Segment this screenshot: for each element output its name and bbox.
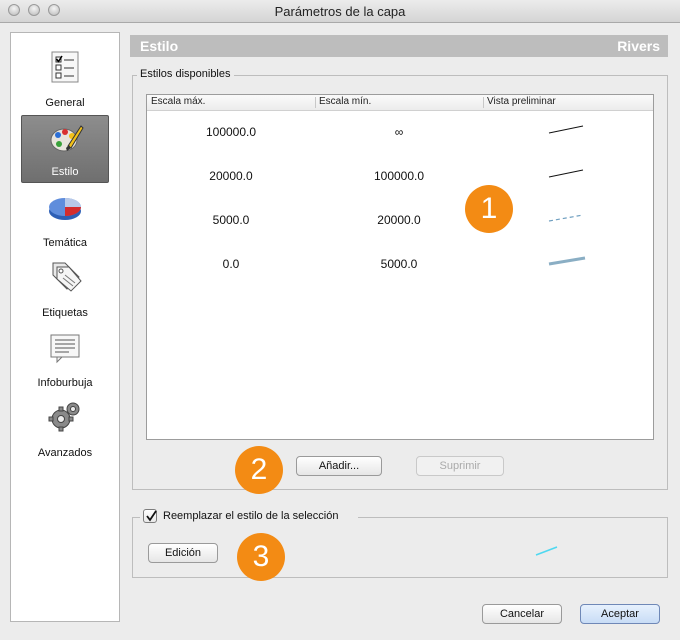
line-preview-icon [548, 125, 584, 134]
replace-selection-checkbox[interactable] [143, 509, 157, 523]
sidebar-item-label: General [45, 97, 85, 109]
checkmark-icon [146, 510, 157, 522]
edit-button[interactable]: Edición [148, 543, 218, 563]
min-scale-cell: 20000.0 [377, 213, 421, 227]
line-preview-icon [548, 214, 584, 222]
add-style-button[interactable]: Añadir... [296, 456, 382, 476]
sidebar-item-label: Avanzados [37, 447, 93, 459]
gears-icon [48, 402, 80, 432]
column-max-scale[interactable]: Escala máx. [151, 96, 205, 107]
section-header: Estilo Rivers [130, 35, 668, 57]
table-row[interactable]: 0.0 5000.0 [147, 243, 653, 287]
table-header: Escala máx. Escala mín. Vista preliminar [147, 95, 653, 111]
checklist-icon [51, 51, 79, 83]
remove-style-button[interactable]: Suprimir [416, 456, 504, 476]
sidebar-item-label: Estilo [51, 166, 79, 178]
min-scale-cell: ∞ [394, 125, 404, 139]
column-divider [315, 97, 316, 108]
section-title: Estilo [140, 38, 179, 54]
styles-table: Escala máx. Escala mín. Vista preliminar… [146, 94, 654, 440]
sidebar-item-label: Infoburbuja [37, 377, 93, 389]
pie-chart-icon [49, 198, 81, 220]
column-preview[interactable]: Vista preliminar [487, 96, 556, 107]
layer-name: Rivers [617, 38, 660, 54]
max-scale-cell: 100000.0 [205, 125, 257, 139]
line-preview-icon [548, 169, 584, 178]
table-row[interactable]: 100000.0 ∞ [147, 111, 653, 155]
window-titlebar: Parámetros de la capa [0, 0, 680, 23]
sidebar-item-avanzados[interactable]: Avanzados [21, 395, 109, 463]
sidebar-item-general[interactable]: General [21, 45, 109, 113]
styles-group-label: Estilos disponibles [137, 68, 234, 80]
sidebar-item-label: Temática [42, 237, 88, 249]
table-row[interactable]: 5000.0 20000.0 [147, 199, 653, 243]
callout-1: 1 [465, 185, 513, 233]
column-divider [483, 97, 484, 108]
callout-2: 2 [235, 446, 283, 494]
min-scale-cell: 5000.0 [380, 257, 418, 271]
cancel-button[interactable]: Cancelar [482, 604, 562, 624]
window-title: Parámetros de la capa [274, 4, 406, 19]
min-scale-cell: 100000.0 [373, 169, 425, 183]
sidebar-item-infoburbuja[interactable]: Infoburbuja [21, 325, 109, 393]
line-preview-icon [548, 256, 586, 266]
sidebar: General Estilo Temática Etiquetas Infobu… [10, 32, 120, 622]
accept-button[interactable]: Aceptar [580, 604, 660, 624]
tags-icon [52, 262, 82, 292]
sidebar-item-tematica[interactable]: Temática [21, 185, 109, 253]
sidebar-item-etiquetas[interactable]: Etiquetas [21, 255, 109, 323]
notepad-icon [50, 334, 80, 364]
callout-3: 3 [237, 533, 285, 581]
sidebar-item-estilo[interactable]: Estilo [21, 115, 109, 183]
table-row[interactable]: 20000.0 100000.0 [147, 155, 653, 199]
palette-icon [50, 125, 84, 152]
replace-selection-label: Reemplazar el estilo de la selección [163, 510, 339, 522]
max-scale-cell: 0.0 [222, 257, 240, 271]
sidebar-item-label: Etiquetas [42, 307, 88, 319]
column-min-scale[interactable]: Escala mín. [319, 96, 371, 107]
max-scale-cell: 20000.0 [209, 169, 253, 183]
selection-preview-icon [535, 546, 558, 556]
max-scale-cell: 5000.0 [212, 213, 250, 227]
